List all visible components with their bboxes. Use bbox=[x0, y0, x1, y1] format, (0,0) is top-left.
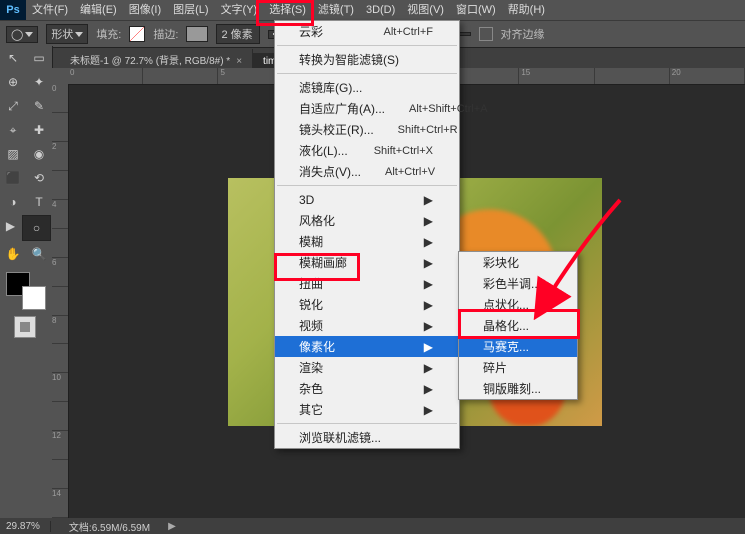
stroke-swatch[interactable] bbox=[186, 26, 208, 42]
menu-3d[interactable]: 3D(D) bbox=[360, 0, 401, 20]
tool-hand[interactable]: ✋ bbox=[1, 243, 25, 265]
filter-render[interactable]: 渲染▶ bbox=[275, 357, 459, 378]
menu-select[interactable]: 选择(S) bbox=[263, 0, 312, 20]
filter-other[interactable]: 其它▶ bbox=[275, 399, 459, 420]
pixelate-color-halftone[interactable]: 彩色半调... bbox=[459, 273, 577, 294]
zoom-level[interactable]: 29.87% bbox=[6, 521, 51, 532]
menu-layer[interactable]: 图层(L) bbox=[167, 0, 214, 20]
color-swatches bbox=[6, 272, 46, 310]
tool-path[interactable]: ▶ bbox=[1, 215, 20, 237]
menu-type[interactable]: 文字(Y) bbox=[215, 0, 264, 20]
filter-pixelate[interactable]: 像素化▶ bbox=[275, 336, 459, 357]
pixelate-submenu: 彩块化 彩色半调... 点状化... 晶格化... 马赛克... 碎片 铜版雕刻… bbox=[458, 251, 578, 400]
stroke-label: 描边: bbox=[153, 26, 178, 42]
pixelate-facet[interactable]: 彩块化 bbox=[459, 252, 577, 273]
tool-heal[interactable]: ⌖ bbox=[1, 119, 25, 141]
menu-window[interactable]: 窗口(W) bbox=[450, 0, 502, 20]
filter-convert-smart[interactable]: 转换为智能滤镜(S) bbox=[275, 49, 459, 70]
filter-vanishing-point[interactable]: 消失点(V)...Alt+Ctrl+V bbox=[275, 161, 459, 182]
ruler-corner bbox=[52, 68, 69, 85]
tool-marquee[interactable]: ▭ bbox=[27, 47, 51, 69]
doc-size: 文档:6.59M/6.59M bbox=[69, 519, 150, 534]
tool-dodge[interactable]: ◑ bbox=[1, 191, 25, 213]
filter-adaptive-wide[interactable]: 自适应广角(A)...Alt+Shift+Ctrl+A bbox=[275, 98, 459, 119]
ruler-vertical: 02468101214 bbox=[52, 84, 69, 518]
background-color[interactable] bbox=[22, 286, 46, 310]
filter-last[interactable]: 云彩Alt+Ctrl+F bbox=[275, 21, 459, 42]
fill-label: 填充: bbox=[96, 26, 121, 42]
fill-swatch[interactable] bbox=[129, 26, 145, 42]
status-bar: 29.87% 文档:6.59M/6.59M ▶ bbox=[0, 518, 745, 534]
stroke-width[interactable]: 2 像素 bbox=[216, 24, 260, 44]
filter-liquify[interactable]: 液化(L)...Shift+Ctrl+X bbox=[275, 140, 459, 161]
photoshop-window: { "menubar": { "items": ["文件(F)","编辑(E)"… bbox=[0, 0, 745, 534]
align-edges-checkbox[interactable] bbox=[479, 27, 493, 41]
filter-3d[interactable]: 3D▶ bbox=[275, 189, 459, 210]
filter-menu: 云彩Alt+Ctrl+F 转换为智能滤镜(S) 滤镜库(G)... 自适应广角(… bbox=[274, 20, 460, 449]
tool-ellipse[interactable]: ○ bbox=[22, 215, 51, 241]
close-icon[interactable]: × bbox=[236, 56, 242, 67]
filter-gallery[interactable]: 滤镜库(G)... bbox=[275, 77, 459, 98]
tool-brush[interactable]: ✚ bbox=[27, 119, 51, 141]
tool-eyedropper[interactable]: ✎ bbox=[27, 95, 51, 117]
shape-mode[interactable]: 形状 bbox=[46, 24, 88, 44]
menu-filter[interactable]: 滤镜(T) bbox=[312, 0, 360, 20]
filter-stylize[interactable]: 风格化▶ bbox=[275, 210, 459, 231]
filter-browse-online[interactable]: 浏览联机滤镜... bbox=[275, 427, 459, 448]
tool-eraser[interactable]: ⬛ bbox=[1, 167, 25, 189]
filter-noise[interactable]: 杂色▶ bbox=[275, 378, 459, 399]
pixelate-mosaic[interactable]: 马赛克... bbox=[459, 336, 577, 357]
pixelate-crystallize[interactable]: 晶格化... bbox=[459, 315, 577, 336]
filter-sharpen[interactable]: 锐化▶ bbox=[275, 294, 459, 315]
tool-type[interactable]: T bbox=[27, 191, 51, 213]
tab-untitled[interactable]: 未标题-1 @ 72.7% (背景, RGB/8#) *× bbox=[60, 49, 253, 70]
filter-blur-gallery[interactable]: 模糊画廊▶ bbox=[275, 252, 459, 273]
filter-video[interactable]: 视频▶ bbox=[275, 315, 459, 336]
pixelate-fragment[interactable]: 碎片 bbox=[459, 357, 577, 378]
tool-zoom[interactable]: 🔍 bbox=[27, 243, 51, 265]
filter-distort[interactable]: 扭曲▶ bbox=[275, 273, 459, 294]
menu-help[interactable]: 帮助(H) bbox=[502, 0, 551, 20]
toolbox: ↖▭ ⊕✦ ⤢✎ ⌖✚ ▨◉ ⬛⟲ ◑T ▶○ ✋🔍 bbox=[0, 46, 53, 534]
tool-stamp[interactable]: ▨ bbox=[1, 143, 25, 165]
tool-crop[interactable]: ⤢ bbox=[1, 95, 25, 117]
menu-edit[interactable]: 编辑(E) bbox=[74, 0, 123, 20]
quick-mask-icon[interactable] bbox=[14, 316, 36, 338]
tool-move[interactable]: ↖ bbox=[1, 47, 25, 69]
menubar: Ps 文件(F) 编辑(E) 图像(I) 图层(L) 文字(Y) 选择(S) 滤… bbox=[0, 0, 745, 20]
menu-view[interactable]: 视图(V) bbox=[401, 0, 450, 20]
ps-logo: Ps bbox=[0, 0, 26, 20]
chevron-right-icon[interactable]: ▶ bbox=[168, 521, 176, 532]
tool-preset[interactable]: ◯ bbox=[6, 26, 38, 43]
pixelate-pointillize[interactable]: 点状化... bbox=[459, 294, 577, 315]
filter-lens-correction[interactable]: 镜头校正(R)...Shift+Ctrl+R bbox=[275, 119, 459, 140]
tool-history-brush[interactable]: ◉ bbox=[27, 143, 51, 165]
tool-lasso[interactable]: ⊕ bbox=[1, 71, 25, 93]
filter-blur[interactable]: 模糊▶ bbox=[275, 231, 459, 252]
menu-image[interactable]: 图像(I) bbox=[123, 0, 167, 20]
align-edges-label: 对齐边缘 bbox=[501, 26, 545, 42]
tool-gradient[interactable]: ⟲ bbox=[27, 167, 51, 189]
pixelate-mezzotint[interactable]: 铜版雕刻... bbox=[459, 378, 577, 399]
tool-wand[interactable]: ✦ bbox=[27, 71, 51, 93]
menu-file[interactable]: 文件(F) bbox=[26, 0, 74, 20]
